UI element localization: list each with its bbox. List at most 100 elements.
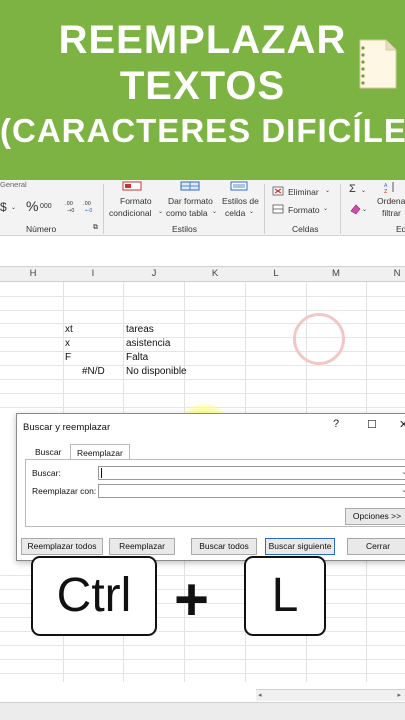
dialog-title: Buscar y reemplazar: [23, 422, 111, 433]
replace-input[interactable]: ⌄: [98, 484, 405, 498]
format-as-table-icon: [180, 181, 200, 191]
cell-styles-label-1[interactable]: Estilos de: [222, 196, 259, 206]
help-button[interactable]: ?: [333, 418, 339, 430]
banner-title-line-3: (CARACTERES DIFICÍLES): [0, 112, 405, 149]
number-format-select[interactable]: General: [0, 180, 27, 189]
increase-decimal-icon[interactable]: .00→0: [64, 199, 78, 213]
cell-styles-label-2[interactable]: celda: [225, 208, 245, 218]
grid-line: [0, 365, 405, 366]
thousands-button[interactable]: 000: [40, 203, 52, 210]
svg-text:.00: .00: [83, 201, 91, 207]
conditional-format-label-2[interactable]: condicional: [109, 208, 152, 218]
column-header-j[interactable]: J: [146, 268, 162, 279]
format-cells-dropdown-icon[interactable]: ⌄: [323, 205, 328, 212]
grid-line: [0, 673, 405, 674]
banner-title-line-1: REEMPLAZAR: [58, 18, 347, 62]
tab-replace[interactable]: Reemplazar: [70, 444, 130, 460]
conditional-format-dropdown-icon[interactable]: ⌄: [158, 208, 163, 215]
delete-cells-dropdown-icon[interactable]: ⌄: [325, 187, 330, 194]
clear-dropdown-icon[interactable]: ⌄: [362, 206, 367, 213]
horizontal-scrollbar[interactable]: ◂ ▸: [256, 689, 405, 701]
clear-eraser-icon[interactable]: [349, 203, 361, 215]
find-input[interactable]: ⌄: [98, 466, 405, 480]
svg-text:.00: .00: [65, 201, 73, 207]
grid-line: [0, 351, 405, 352]
column-header-i[interactable]: I: [85, 268, 101, 279]
column-header-h[interactable]: H: [25, 268, 41, 279]
find-replace-dialog: Buscar y reemplazar ? ☐ ✕ Buscar Reempla…: [16, 413, 405, 561]
svg-text:→0: →0: [67, 208, 74, 213]
column-header-k[interactable]: K: [207, 268, 223, 279]
maximize-icon[interactable]: ☐: [367, 418, 377, 431]
sort-filter-icon[interactable]: AZ: [384, 181, 398, 193]
grid-line: [0, 645, 405, 646]
conditional-format-icon: [122, 181, 142, 191]
currency-dropdown-icon[interactable]: ⌄: [11, 204, 16, 211]
title-banner: REEMPLAZAR TEXTOS (CARACTERES DIFICÍLES): [0, 0, 405, 180]
grid-line: [0, 379, 405, 380]
scroll-right-icon[interactable]: ▸: [397, 691, 401, 699]
cell-i-code[interactable]: x: [65, 338, 70, 349]
replace-button[interactable]: Reemplazar: [109, 538, 175, 555]
sort-filter-label-1[interactable]: Ordena: [377, 196, 405, 206]
format-as-table-label-2[interactable]: como tabla: [166, 208, 208, 218]
format-cells-icon: [272, 204, 284, 214]
grid-line: [0, 393, 405, 394]
sort-filter-label-2[interactable]: filtrar: [382, 208, 401, 218]
cells-group-label: Celdas: [292, 224, 319, 234]
editing-group-label: Ed: [396, 224, 405, 234]
find-next-button[interactable]: Buscar siguiente: [265, 538, 335, 555]
replace-tab-panel: Buscar: ⌄ Reemplazar con: ⌄ Opciones >>: [25, 459, 405, 527]
close-button[interactable]: Cerrar: [347, 538, 405, 555]
number-dialog-launcher-icon[interactable]: ⧉: [93, 224, 98, 232]
ribbon-divider: [340, 184, 341, 234]
conditional-format-label-1[interactable]: Formato: [120, 196, 152, 206]
delete-cells-button[interactable]: Eliminar: [288, 187, 319, 197]
close-icon[interactable]: ✕: [399, 418, 405, 431]
cell-styles-dropdown-icon[interactable]: ⌄: [249, 208, 254, 215]
notepad-icon: [359, 39, 397, 89]
number-group-label: Número: [26, 224, 57, 234]
decrease-decimal-icon[interactable]: .00←0: [82, 199, 96, 213]
replace-label: Reemplazar con:: [32, 486, 97, 496]
svg-text:←0: ←0: [85, 208, 92, 213]
l-key: L: [244, 556, 326, 636]
scroll-left-icon[interactable]: ◂: [258, 691, 262, 699]
grid-line: [0, 296, 405, 297]
plus-sign: +: [174, 566, 210, 633]
styles-group-label: Estilos: [172, 224, 198, 234]
column-header-n[interactable]: N: [389, 268, 405, 279]
delete-cells-icon: [272, 186, 284, 196]
ctrl-key: Ctrl: [31, 556, 157, 636]
column-header-l[interactable]: L: [268, 268, 284, 279]
format-as-table-label-1[interactable]: Dar formato: [168, 196, 213, 206]
grid-line: [0, 323, 405, 324]
format-as-table-dropdown-icon[interactable]: ⌄: [212, 208, 217, 215]
cell-j-text[interactable]: Falta: [126, 352, 148, 363]
replace-history-dropdown-icon[interactable]: ⌄: [399, 485, 405, 497]
find-label: Buscar:: [32, 468, 61, 478]
text-caret: [101, 468, 102, 478]
cell-i-code[interactable]: F: [65, 352, 71, 363]
column-header-m[interactable]: M: [328, 268, 344, 279]
cell-styles-icon: [230, 181, 248, 191]
cell-i-code[interactable]: xt: [65, 324, 73, 335]
percent-button[interactable]: %: [26, 198, 38, 214]
cell-j-text[interactable]: No disponible: [126, 366, 187, 377]
autosum-dropdown-icon[interactable]: ⌄: [361, 187, 366, 194]
click-indicator: [293, 313, 345, 365]
column-headers: H I J K L M N: [0, 266, 405, 282]
replace-all-button[interactable]: Reemplazar todos: [21, 538, 103, 555]
cell-j-text[interactable]: asistencia: [126, 338, 170, 349]
autosum-icon[interactable]: Σ: [349, 183, 356, 195]
tab-find[interactable]: Buscar: [29, 444, 67, 460]
cell-j-text[interactable]: tareas: [126, 324, 154, 335]
find-all-button[interactable]: Buscar todos: [191, 538, 257, 555]
cell-i-error[interactable]: #N/D: [82, 366, 105, 377]
currency-button[interactable]: $: [0, 200, 7, 214]
options-button[interactable]: Opciones >>: [345, 508, 405, 525]
ribbon-divider: [103, 184, 104, 234]
grid-line: [0, 659, 405, 660]
find-history-dropdown-icon[interactable]: ⌄: [399, 467, 405, 479]
format-cells-button[interactable]: Formato: [288, 205, 320, 215]
